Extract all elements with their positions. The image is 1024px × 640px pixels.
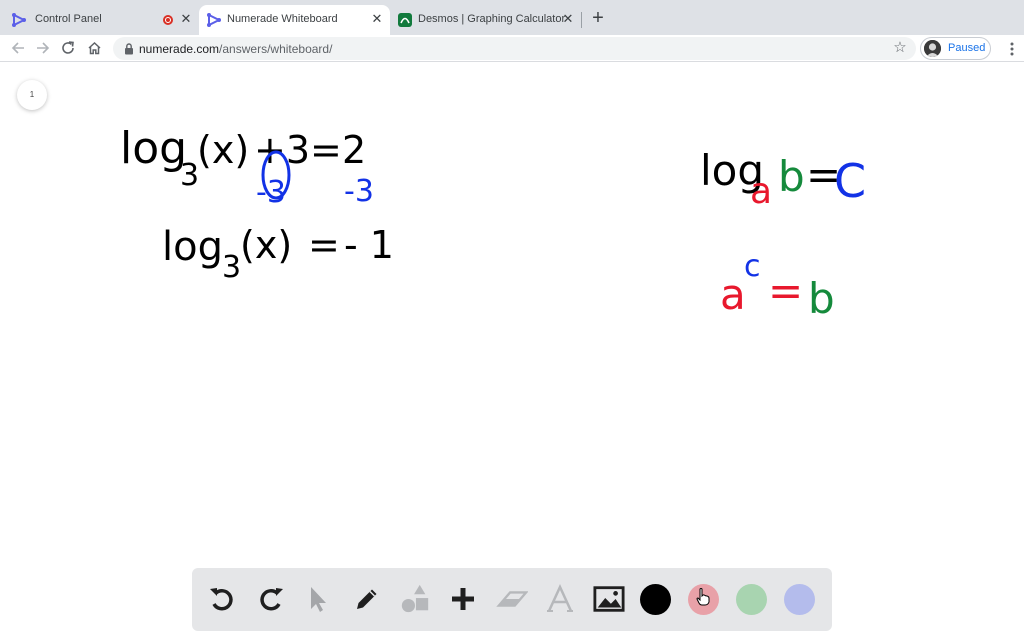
rhs-value: - 1	[344, 223, 394, 267]
exponent-c: c	[744, 249, 761, 284]
home-button[interactable]	[84, 38, 104, 58]
numerade-logo-icon	[12, 13, 26, 27]
arrow-left-icon	[11, 42, 24, 54]
bookmark-star-icon[interactable]: ☆	[892, 40, 908, 56]
tab-numerade-whiteboard[interactable]: Numerade Whiteboard ✕	[199, 5, 390, 35]
pen-icon	[357, 589, 377, 609]
undo-button[interactable]	[206, 583, 238, 615]
browser-toolbar: numerade.com/answers/whiteboard/ ☆ Pause…	[0, 35, 1024, 62]
base-a: a	[720, 270, 746, 319]
close-tab-icon[interactable]: ✕	[369, 11, 385, 27]
profile-status: Paused	[948, 42, 986, 54]
avatar	[924, 40, 941, 57]
tab-separator	[581, 12, 582, 28]
tab-control-panel[interactable]: Control Panel ✕	[0, 5, 197, 35]
whiteboard-canvas[interactable]: 1 log 3 (x) +3 = 2 -3 -3 log 3 (x) = - 1…	[0, 63, 1024, 640]
tab-strip: Control Panel ✕ Numerade Whiteboard ✕ De…	[0, 0, 1024, 35]
image-tool-button[interactable]	[593, 583, 625, 615]
text-tool-button[interactable]	[544, 583, 576, 615]
plus-three: +3	[254, 128, 310, 172]
base-a: a	[750, 171, 772, 212]
forward-button[interactable]	[33, 38, 53, 58]
eraser-icon	[496, 591, 528, 607]
url-text: numerade.com/answers/whiteboard/	[139, 42, 332, 56]
new-tab-button[interactable]: +	[589, 8, 607, 28]
undo-icon	[210, 588, 233, 611]
desmos-logo-icon	[398, 13, 412, 27]
argument-b: b	[778, 152, 805, 201]
exponential-form: a c = b	[720, 249, 835, 323]
eraser-tool-button[interactable]	[496, 583, 528, 615]
shapes-tool-button[interactable]	[399, 583, 431, 615]
numerade-logo-icon	[207, 13, 221, 27]
hand-pointer-cursor-icon	[696, 588, 710, 606]
address-bar[interactable]: numerade.com/answers/whiteboard/ ☆	[113, 37, 916, 60]
image-icon	[593, 586, 625, 612]
add-icon	[452, 588, 474, 610]
log-base: 3	[222, 250, 241, 285]
select-icon	[311, 587, 326, 612]
result-c: C	[834, 154, 866, 208]
tool-dock	[192, 568, 832, 631]
handwriting-layer: log 3 (x) +3 = 2 -3 -3 log 3 (x) = - 1 l…	[120, 123, 866, 323]
close-tab-icon[interactable]: ✕	[560, 11, 576, 27]
result-b: b	[808, 274, 835, 323]
color-swatch-black[interactable]	[640, 584, 671, 615]
back-button[interactable]	[8, 38, 28, 58]
redo-icon	[260, 588, 283, 611]
equals-sign: =	[768, 266, 803, 315]
subtract-three-right: -3	[344, 174, 374, 209]
log-text: log	[162, 224, 223, 270]
log-argument: (x)	[240, 223, 292, 267]
add-button[interactable]	[447, 583, 479, 615]
lock-icon	[125, 43, 133, 55]
subtract-three-left: -3	[256, 175, 286, 210]
tab-title: Numerade Whiteboard	[227, 13, 338, 25]
reload-button[interactable]	[58, 38, 78, 58]
user-avatar-icon	[924, 40, 941, 57]
reload-icon	[62, 41, 74, 54]
color-swatch-blue[interactable]	[784, 584, 815, 615]
equals-sign: =	[310, 128, 342, 172]
pen-tool-button[interactable]	[351, 583, 383, 615]
color-swatch-green[interactable]	[736, 584, 767, 615]
profile-button[interactable]: Paused	[920, 37, 991, 60]
arrow-right-icon	[37, 42, 50, 54]
shapes-icon	[401, 584, 429, 613]
redo-button[interactable]	[255, 583, 287, 615]
tab-desmos[interactable]: Desmos | Graphing Calculator ✕	[390, 5, 583, 35]
tab-title: Control Panel	[35, 13, 102, 25]
equals-sign: =	[308, 223, 340, 267]
equation-line-2: log 3 (x) = - 1	[162, 223, 394, 285]
more-vert-icon[interactable]	[1004, 41, 1020, 57]
close-tab-icon[interactable]: ✕	[178, 11, 194, 27]
text-icon	[547, 584, 573, 612]
select-tool-button[interactable]	[302, 583, 334, 615]
url-path: /answers/whiteboard/	[219, 42, 333, 56]
rhs-value: 2	[342, 128, 366, 172]
log-definition: log a b = C	[700, 146, 866, 212]
log-text: log	[120, 123, 187, 174]
url-domain: numerade.com	[139, 42, 220, 56]
tab-title: Desmos | Graphing Calculator	[418, 13, 566, 25]
log-argument: (x)	[197, 128, 249, 172]
recording-icon	[163, 15, 173, 25]
equation-line-1: log 3 (x) +3 = 2	[120, 123, 366, 193]
home-icon	[87, 41, 101, 55]
